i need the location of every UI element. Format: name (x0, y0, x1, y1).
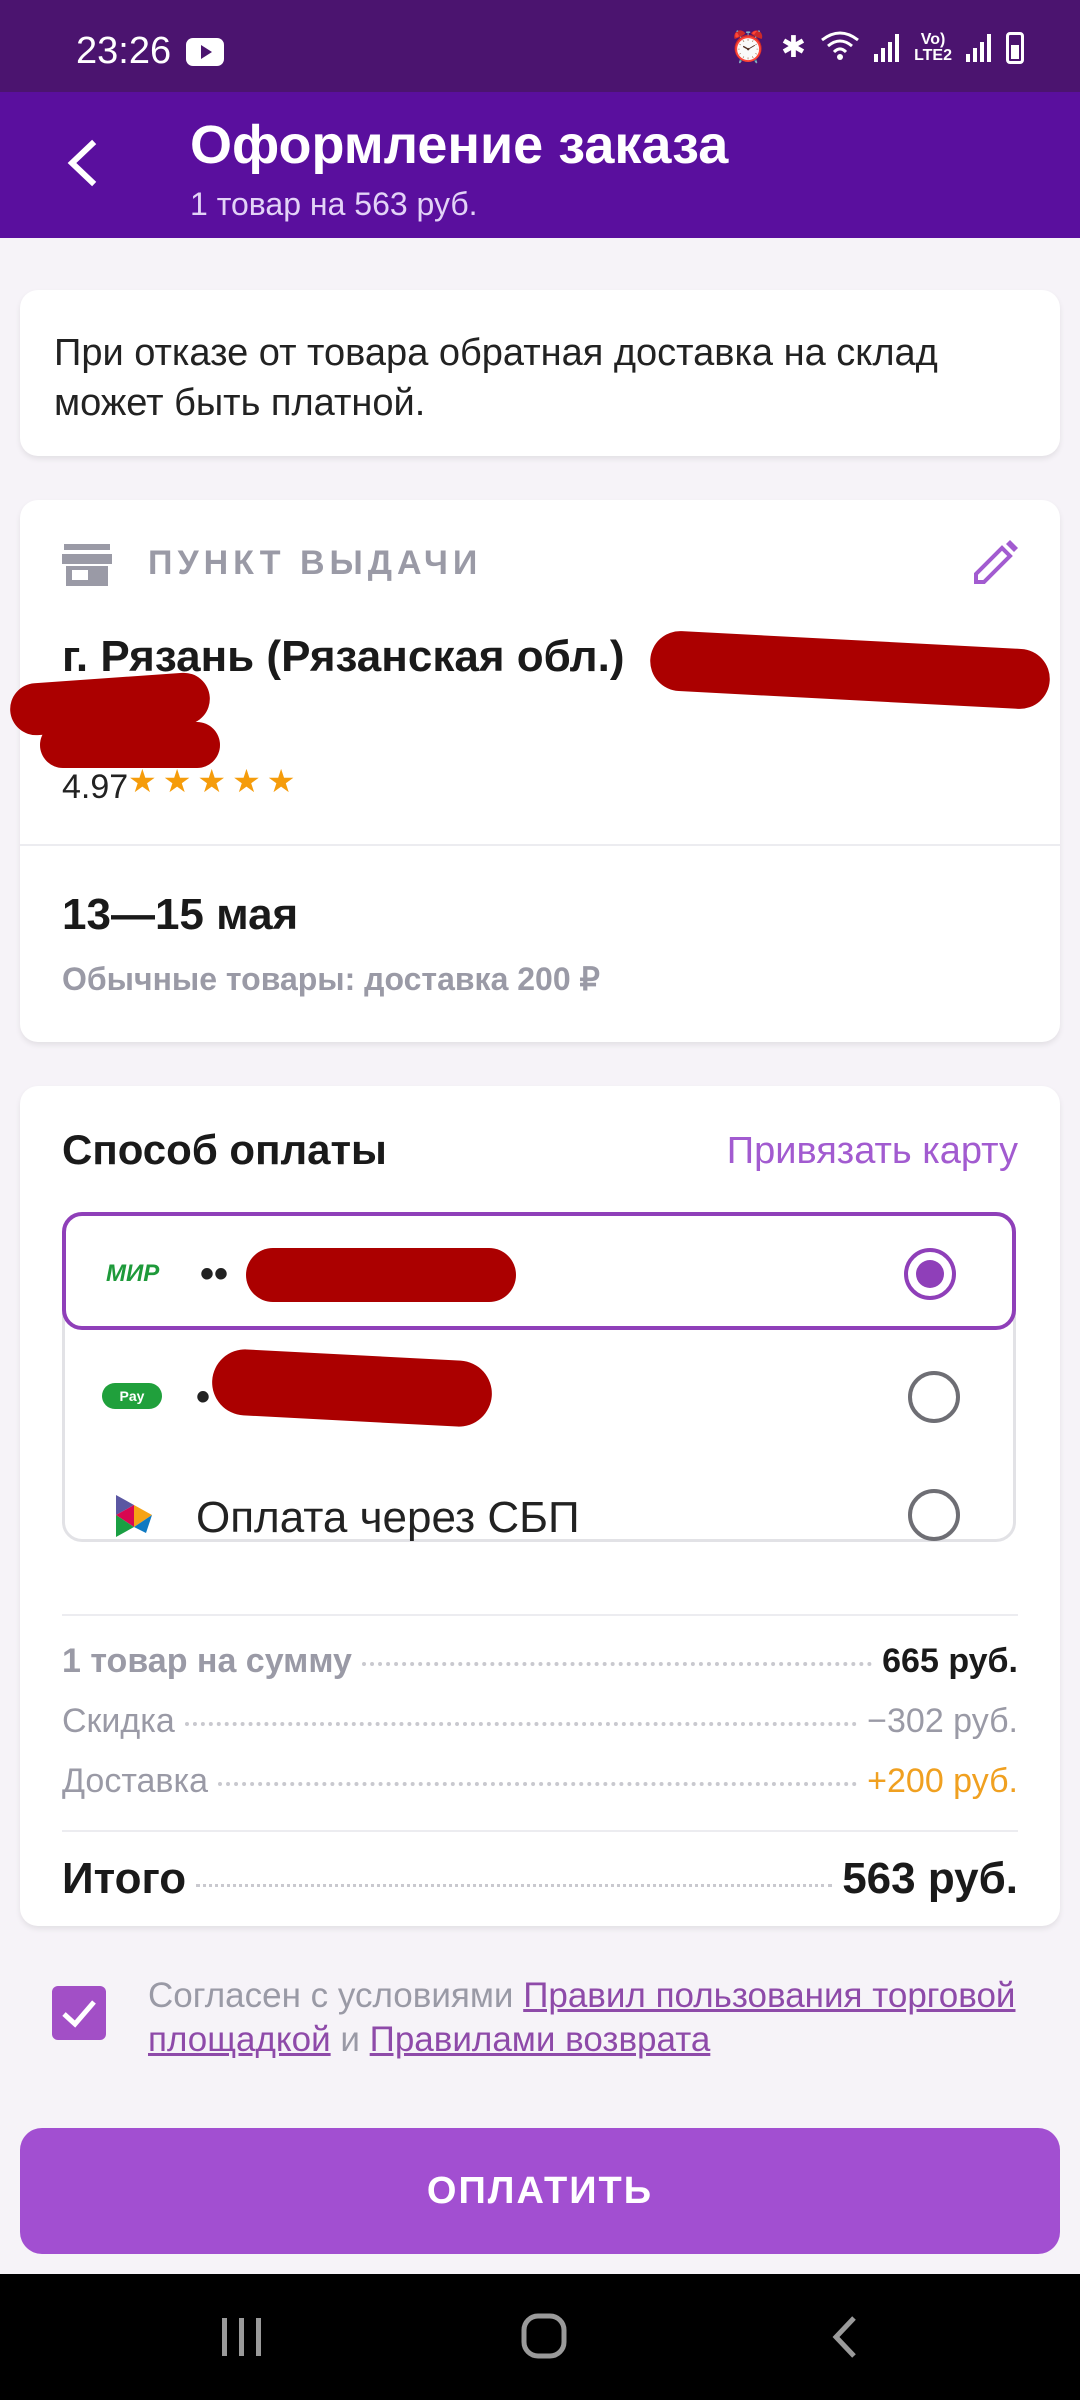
pickup-point-card: ПУНКТ ВЫДАЧИ г. Рязань (Рязанская обл.) … (8, 500, 1060, 1042)
star-icon: ★ (197, 763, 233, 799)
summary-delivery-row: Доставка +200 руб. (62, 1762, 1018, 1801)
redacted-card-number (246, 1248, 516, 1302)
link-card-button[interactable]: Привязать карту (727, 1130, 1018, 1173)
summary-items-label: 1 товар на сумму (62, 1642, 352, 1680)
divider (62, 1830, 1018, 1832)
pickup-rating: 4.97 (62, 768, 129, 806)
page-title: Оформление заказа (190, 115, 729, 175)
pay-button[interactable]: ОПЛАТИТЬ (20, 2128, 1060, 2254)
delivery-dates: 13—15 мая (62, 890, 299, 939)
radio-unselected[interactable] (908, 1489, 960, 1541)
signal-icon (874, 34, 900, 62)
edit-pickup-icon[interactable] (966, 536, 1022, 592)
consent-text: Согласен с условиями Правил пользования … (148, 1974, 1028, 2062)
checkmark-icon (62, 2000, 96, 2028)
youtube-notification-icon (186, 38, 224, 66)
radio-unselected[interactable] (908, 1371, 960, 1423)
masked-card-number: •• (200, 1252, 229, 1296)
alarm-icon: ⏰ (729, 31, 767, 64)
return-notice-card: При отказе от товара обратная доставка н… (20, 290, 1060, 456)
bluetooth-icon: ✱ (780, 31, 807, 64)
payment-method-sbp[interactable]: Оплата через СБП (62, 1457, 1016, 1575)
delivery-cost-note: Обычные товары: доставка 200 ₽ (62, 961, 600, 997)
back-nav-icon[interactable] (816, 2312, 876, 2362)
summary-total-value: 563 руб. (842, 1854, 1018, 1903)
battery-icon (1006, 32, 1024, 64)
wifi-icon (820, 30, 860, 66)
summary-total-label: Итого (62, 1854, 187, 1903)
dotted-leader (184, 1722, 858, 1726)
app-bar: Оформление заказа 1 товар на 563 руб. (0, 92, 1080, 238)
divider (20, 844, 1060, 846)
back-button[interactable] (50, 128, 120, 198)
arrow-left-icon (67, 139, 97, 187)
payment-method-title: Способ оплаты (62, 1126, 387, 1173)
mir-logo: МИР (106, 1260, 160, 1287)
redacted-card-number (210, 1347, 494, 1429)
summary-discount-label: Скидка (62, 1702, 175, 1740)
return-notice-text: При отказе от товара обратная доставка н… (54, 332, 938, 424)
home-icon[interactable] (514, 2312, 574, 2362)
summary-discount-row: Скидка −302 руб. (62, 1702, 1018, 1741)
masked-card-number: • (196, 1375, 211, 1419)
signal-icon-2 (966, 34, 992, 62)
consent-checkbox[interactable] (52, 1986, 106, 2040)
pickup-point-label: ПУНКТ ВЫДАЧИ (148, 544, 483, 582)
summary-delivery-value: +200 руб. (867, 1762, 1018, 1800)
star-icon: ★ (128, 763, 163, 799)
star-icon: ★ (266, 763, 302, 799)
payment-method-mir-card[interactable]: МИР •• (62, 1212, 1016, 1330)
star-icon: ★ (162, 763, 198, 799)
pay-logo: Pay (102, 1383, 162, 1409)
dotted-leader (196, 1884, 833, 1887)
payment-card: Способ оплаты Привязать карту МИР •• Pay… (20, 1086, 1060, 1926)
radio-selected[interactable] (904, 1248, 956, 1300)
store-icon (62, 544, 112, 586)
dotted-leader (218, 1782, 858, 1786)
consent-middle: и (340, 2020, 360, 2059)
rating-stars: ★★★★★ (128, 762, 301, 800)
divider (62, 1614, 1018, 1616)
payment-method-pay-card[interactable]: Pay • (62, 1339, 1016, 1457)
return-policy-link[interactable]: Правилами возврата (370, 2020, 711, 2059)
summary-items-value: 665 руб. (882, 1642, 1018, 1680)
dotted-leader (361, 1662, 873, 1666)
summary-discount-value: −302 руб. (867, 1702, 1018, 1740)
status-bar: 23:26 ⏰ ✱ Vo) LTE2 (0, 0, 1080, 92)
recent-apps-icon[interactable] (212, 2312, 272, 2362)
page-subtitle: 1 товар на 563 руб. (190, 186, 478, 222)
sbp-label: Оплата через СБП (196, 1493, 580, 1542)
summary-delivery-label: Доставка (62, 1762, 209, 1800)
consent-prefix: Согласен с условиями (148, 1976, 514, 2015)
system-nav-bar (0, 2274, 1080, 2400)
redacted-address-line-1 (648, 629, 1052, 711)
summary-items-row: 1 товар на сумму 665 руб. (62, 1642, 1018, 1681)
summary-total-row: Итого 563 руб. (62, 1854, 1018, 1904)
sbp-logo (116, 1495, 152, 1537)
network-type-label: Vo) LTE2 (914, 31, 952, 64)
status-time: 23:26 (76, 30, 172, 72)
star-icon: ★ (232, 763, 267, 799)
status-icons: ⏰ ✱ Vo) LTE2 (730, 30, 1024, 66)
payment-methods-list: МИР •• Pay • Оплата через СБП (62, 1212, 1016, 1542)
